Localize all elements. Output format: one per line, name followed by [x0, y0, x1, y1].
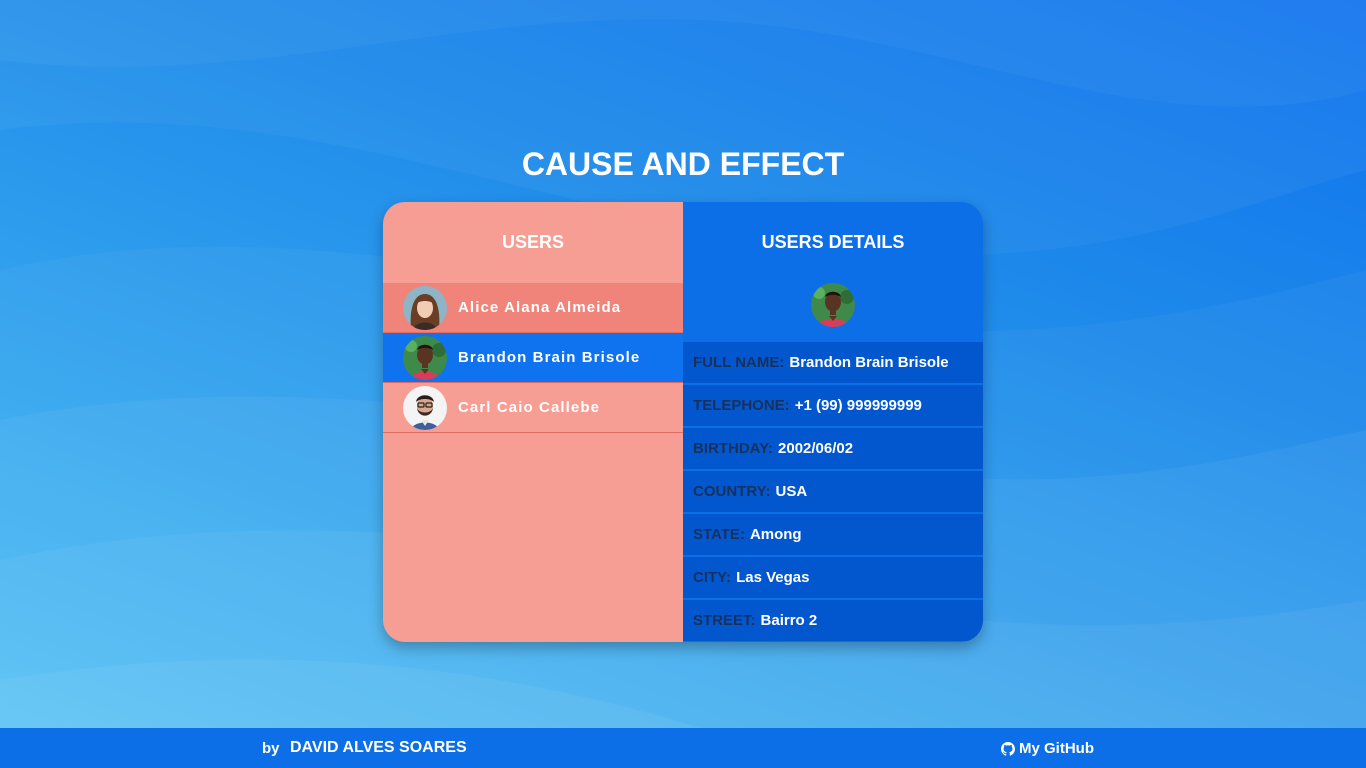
- detail-value: Brandon Brain Brisole: [789, 354, 949, 371]
- detail-label: COUNTRY:: [693, 483, 771, 500]
- details-header: USERS DETAILS: [761, 232, 905, 252]
- detail-value: USA: [775, 483, 808, 500]
- users-panel: USERS Alice Alana Almeida Brandon Brain …: [383, 202, 683, 642]
- male-avatar-icon: [403, 335, 447, 380]
- user-row-alice[interactable]: Alice Alana Almeida: [383, 283, 683, 333]
- github-link[interactable]: My GitHub: [1001, 740, 1094, 757]
- detail-value: 2002/06/02: [778, 440, 854, 457]
- detail-value: Las Vegas: [736, 569, 810, 586]
- detail-value: +1 (99) 999999999: [794, 397, 922, 414]
- user-name: Carl Caio Callebe: [458, 399, 601, 416]
- detail-row-street: STREET: Bairro 2: [683, 600, 983, 641]
- detail-row-birthday: BIRTHDAY: 2002/06/02: [683, 428, 983, 469]
- details-avatar-container: [683, 283, 983, 340]
- user-name: Brandon Brain Brisole: [458, 349, 641, 366]
- detail-row-telephone: TELEPHONE: +1 (99) 999999999: [683, 385, 983, 426]
- github-icon: [1001, 741, 1015, 756]
- detail-row-state: STATE: Among: [683, 514, 983, 555]
- footer-by-label: by: [262, 740, 280, 757]
- details-panel: USERS DETAILS FULL NAME: Brandon Brain B…: [683, 202, 983, 642]
- female-avatar-icon: [403, 285, 447, 330]
- user-row-carl[interactable]: Carl Caio Callebe: [383, 383, 683, 433]
- github-link-label: My GitHub: [1019, 740, 1094, 757]
- detail-value: Bairro 2: [760, 612, 818, 629]
- user-name: Alice Alana Almeida: [458, 299, 622, 316]
- detail-label: CITY:: [693, 569, 732, 586]
- detail-row-full-name: FULL NAME: Brandon Brain Brisole: [683, 342, 983, 383]
- detail-row-country: COUNTRY: USA: [683, 471, 983, 512]
- detail-label: TELEPHONE:: [693, 397, 790, 414]
- male-glasses-avatar-icon: [403, 385, 447, 430]
- detail-row-city: CITY: Las Vegas: [683, 557, 983, 598]
- users-card: USERS Alice Alana Almeida Brandon Brain …: [383, 202, 983, 642]
- page-title: CAUSE AND EFFECT: [521, 146, 845, 182]
- detail-label: STATE:: [693, 526, 745, 543]
- male-avatar-icon: [811, 283, 855, 327]
- detail-label: BIRTHDAY:: [693, 440, 774, 457]
- footer-author: DAVID ALVES SOARES: [290, 739, 467, 756]
- footer: by DAVID ALVES SOARES My GitHub: [0, 728, 1366, 768]
- users-header: USERS: [501, 232, 564, 252]
- detail-label: STREET:: [693, 612, 756, 629]
- detail-value: Among: [749, 526, 802, 543]
- user-row-brandon[interactable]: Brandon Brain Brisole: [383, 333, 683, 383]
- detail-label: FULL NAME:: [693, 354, 785, 371]
